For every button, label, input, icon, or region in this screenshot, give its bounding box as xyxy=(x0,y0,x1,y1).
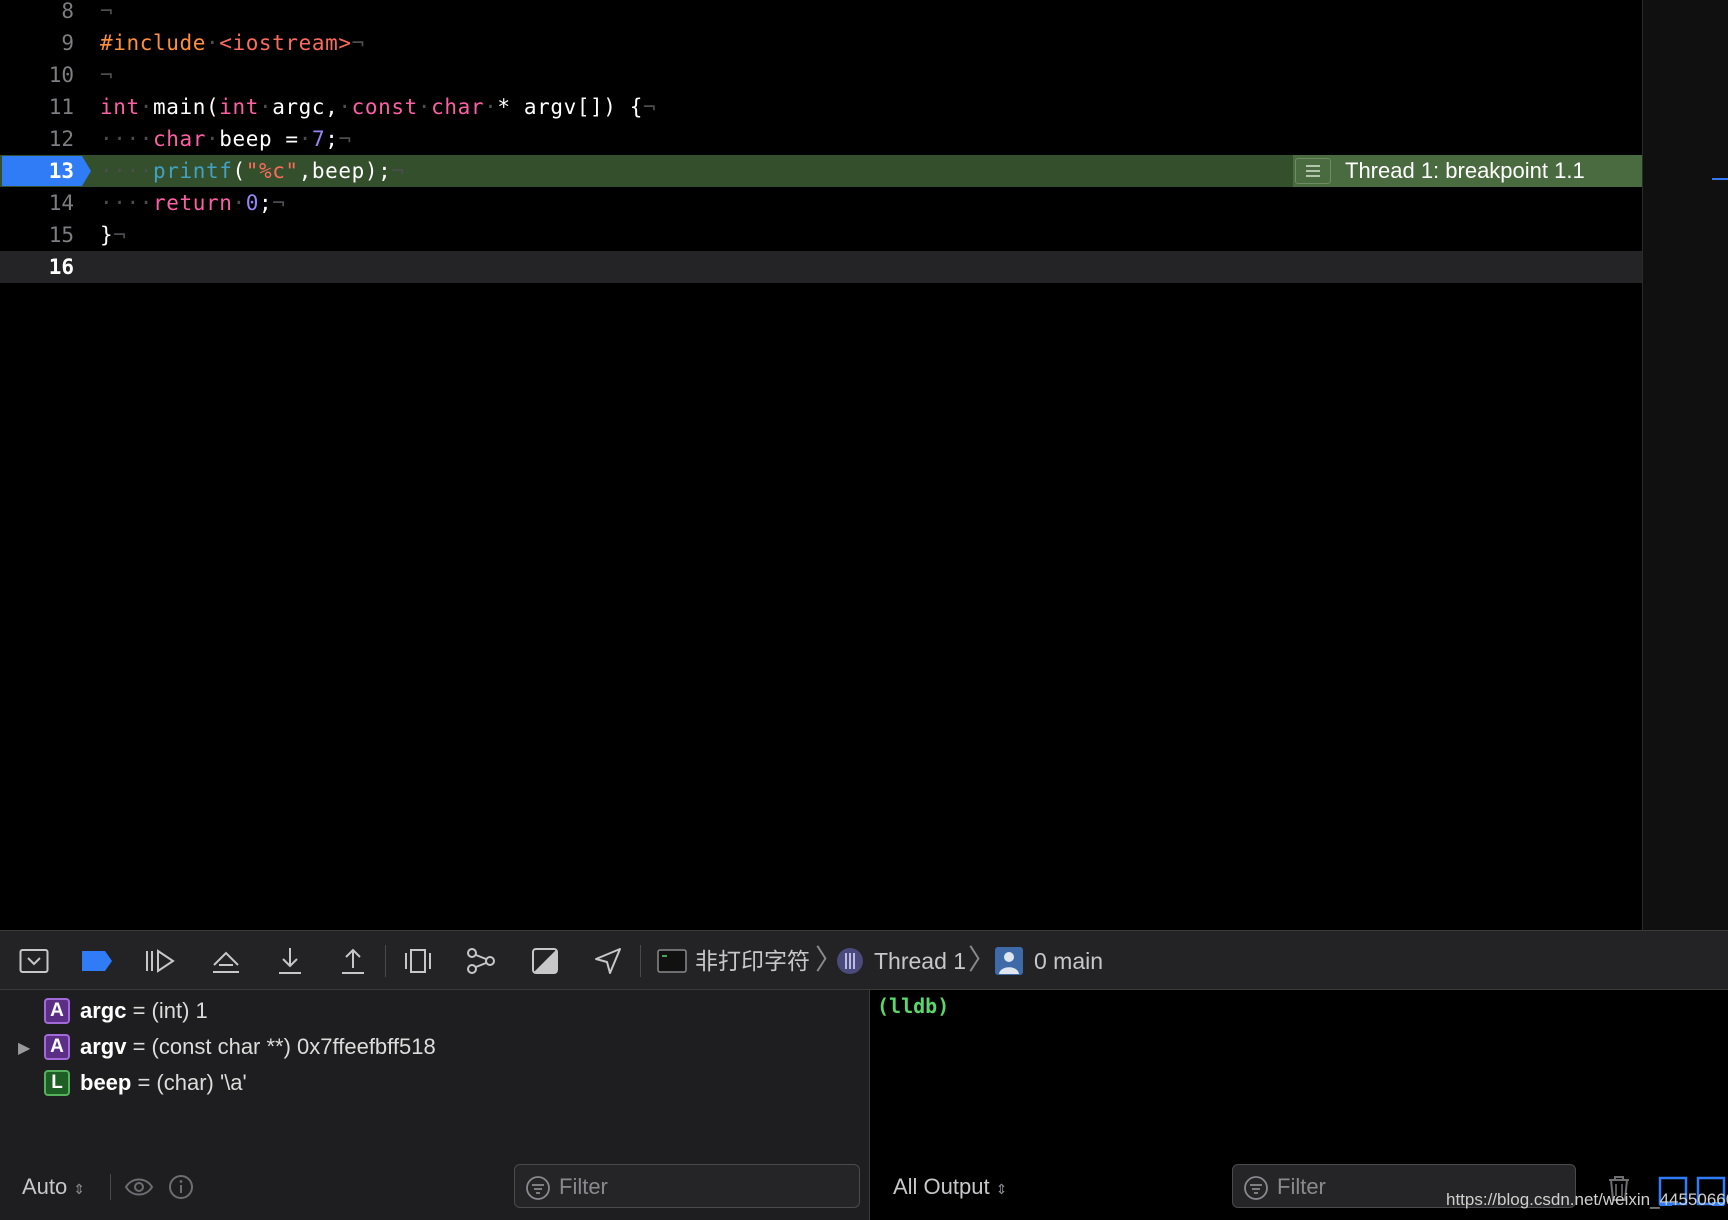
eye-icon[interactable] xyxy=(124,1174,154,1204)
current-line[interactable]: 16 xyxy=(0,251,1642,283)
thread-status-badge[interactable]: Thread 1: breakpoint 1.1 xyxy=(1293,155,1642,187)
badge-menu-icon[interactable] xyxy=(1295,158,1331,184)
variables-footer: Auto ⇕ xyxy=(0,1164,870,1210)
code-line[interactable]: 8 ¬ xyxy=(0,0,1642,27)
function-name: main( xyxy=(152,95,220,119)
thread-status-label: Thread 1: breakpoint 1.1 xyxy=(1345,158,1585,183)
step-over-icon[interactable] xyxy=(210,945,242,977)
code-line[interactable]: 9 #include·<iostream>¬ xyxy=(0,27,1642,59)
variable-row[interactable]: ▶ A argv = (const char **) 0x7ffeefbff51… xyxy=(0,1030,870,1064)
variable-value: = (const char **) 0x7ffeefbff518 xyxy=(126,1034,436,1059)
minimap[interactable] xyxy=(1642,0,1728,930)
code-text[interactable]: ····char·beep =·7;¬ xyxy=(100,123,352,155)
filter-icon xyxy=(526,1176,550,1200)
local-badge: L xyxy=(44,1070,70,1096)
breadcrumb-target[interactable]: 非打印字符 xyxy=(695,931,810,991)
preprocessor-directive: #include xyxy=(100,31,206,55)
variable-value: = (char) '\a' xyxy=(131,1070,247,1095)
source-editor[interactable]: 8 ¬ 9 #include·<iostream>¬ 10 ¬ 11 int·m… xyxy=(0,0,1642,930)
filter-icon xyxy=(1244,1176,1268,1200)
up-down-arrows-icon: ⇕ xyxy=(73,1181,85,1197)
up-down-arrows-icon: ⇕ xyxy=(995,1181,1008,1197)
invisible-char: ¬ xyxy=(100,0,114,23)
toolbar-divider xyxy=(385,945,386,977)
memory-graph-icon[interactable] xyxy=(465,945,497,977)
environment-overrides-icon[interactable] xyxy=(529,945,561,977)
variable-name: argv xyxy=(80,1034,127,1059)
breadcrumb-thread[interactable]: Thread 1 xyxy=(874,931,966,991)
view-hierarchy-icon[interactable] xyxy=(402,945,434,977)
code-text[interactable]: ····printf("%c",beep);¬ xyxy=(100,155,405,187)
debug-toolbar: 非打印字符 〉 Thread 1 〉 0 main xyxy=(0,930,1728,990)
line-number[interactable]: 12 xyxy=(0,123,74,155)
code-line[interactable]: 14 ····return·0;¬ xyxy=(0,187,1642,219)
code-text[interactable]: }¬ xyxy=(100,219,127,251)
code-text[interactable]: int·main(int·argc,·const·char·* argv[]) … xyxy=(100,91,656,123)
include-header: <iostream> xyxy=(219,31,352,55)
line-number[interactable]: 13 xyxy=(0,155,74,187)
code-text[interactable]: #include·<iostream>¬ xyxy=(100,27,365,59)
variables-filter-input[interactable] xyxy=(559,1171,809,1203)
console-view[interactable]: (lldb) All Output⇕ https://blog.csdn.net… xyxy=(871,990,1728,1220)
terminal-app-icon[interactable] xyxy=(656,945,688,977)
stack-frame-user-icon[interactable] xyxy=(993,945,1025,977)
simulate-location-icon[interactable] xyxy=(592,945,624,977)
breakpoints-toggle-icon[interactable] xyxy=(81,945,113,977)
step-into-icon[interactable] xyxy=(274,945,306,977)
code-line[interactable]: 10 ¬ xyxy=(0,59,1642,91)
line-number[interactable]: 15 xyxy=(0,219,74,251)
continue-icon[interactable] xyxy=(144,945,176,977)
line-number[interactable]: 9 xyxy=(0,27,74,59)
line-number[interactable]: 11 xyxy=(0,91,74,123)
info-icon[interactable] xyxy=(168,1174,194,1204)
variable-name: argc xyxy=(80,998,127,1023)
argument-badge: A xyxy=(44,998,70,1024)
breadcrumb-frame[interactable]: 0 main xyxy=(1034,931,1103,991)
line-number[interactable]: 16 xyxy=(0,251,74,283)
hide-debug-area-icon[interactable] xyxy=(18,945,50,977)
code-text[interactable]: ····return·0;¬ xyxy=(100,187,285,219)
variables-filter[interactable] xyxy=(514,1164,860,1208)
line-number[interactable]: 8 xyxy=(0,0,74,27)
variable-entry[interactable]: beep = (char) '\a' xyxy=(80,1070,247,1096)
variable-row[interactable]: A argc = (int) 1 xyxy=(0,994,870,1028)
variable-value: = (int) 1 xyxy=(126,998,208,1023)
breakpoint-line[interactable]: 13 ····printf("%c",beep);¬ Thread 1: bre… xyxy=(0,155,1642,187)
code-line[interactable]: 11 int·main(int·argc,·const·char·* argv[… xyxy=(0,91,1642,123)
code-line[interactable]: 15 }¬ xyxy=(0,219,1642,251)
keyword: int xyxy=(100,95,140,119)
toolbar-divider xyxy=(640,945,641,977)
footer-divider xyxy=(110,1174,111,1200)
scope-selector[interactable]: Auto ⇕ xyxy=(22,1164,85,1210)
disclosure-triangle-icon[interactable]: ▶ xyxy=(18,1038,32,1057)
variable-row[interactable]: L beep = (char) '\a' xyxy=(0,1066,870,1100)
line-number[interactable]: 14 xyxy=(0,187,74,219)
variable-entry[interactable]: argv = (const char **) 0x7ffeefbff518 xyxy=(80,1034,436,1060)
minimap-breakpoint-mark xyxy=(1712,178,1728,180)
code-text[interactable]: ¬ xyxy=(100,0,113,27)
thread-icon[interactable] xyxy=(834,945,866,977)
code-text[interactable]: ¬ xyxy=(100,59,113,91)
output-selector[interactable]: All Output ⇕ xyxy=(893,1164,1007,1210)
variable-name: beep xyxy=(80,1070,132,1095)
chevron-right-icon: 〉 xyxy=(968,943,997,976)
variable-entry[interactable]: argc = (int) 1 xyxy=(80,998,208,1024)
lldb-prompt: (lldb) xyxy=(877,994,950,1018)
argument-badge: A xyxy=(44,1034,70,1060)
variables-view: A argc = (int) 1 ▶ A argv = (const char … xyxy=(0,990,870,1220)
line-number[interactable]: 10 xyxy=(0,59,74,91)
step-out-icon[interactable] xyxy=(337,945,369,977)
watermark-url: https://blog.csdn.net/weixin_44550660 xyxy=(1446,1190,1728,1209)
code-line[interactable]: 12 ····char·beep =·7;¬ xyxy=(0,123,1642,155)
